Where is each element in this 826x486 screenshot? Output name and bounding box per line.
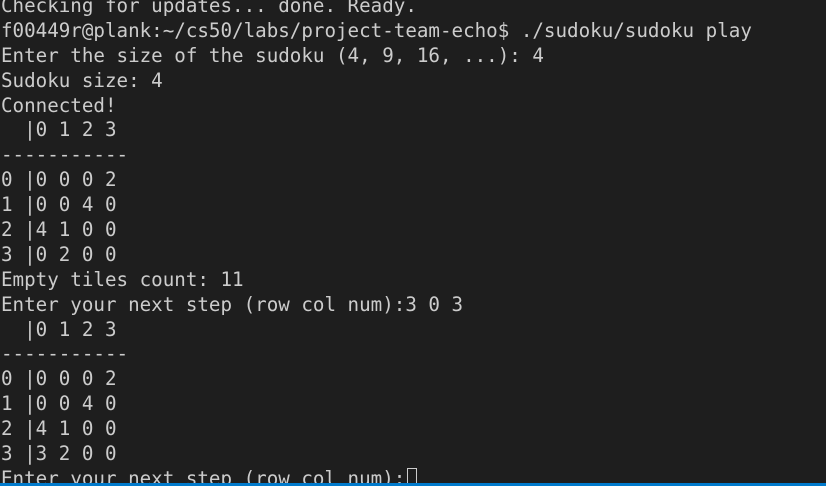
terminal-line-partial: Checking for updates... done. Ready. (1, 0, 417, 17)
empty-tiles-count: Empty tiles count: 11 (1, 267, 244, 291)
board-divider: ----------- (1, 342, 129, 366)
board-row: 0 |0 0 0 2 (1, 367, 117, 391)
terminal-line-size-prompt: Enter the size of the sudoku (4, 9, 16, … (1, 43, 544, 67)
board-row: 3 |0 2 0 0 (1, 242, 117, 266)
board-header: |0 1 2 3 (1, 118, 117, 142)
terminal-output: Checking for updates... done. Ready. f00… (1, 0, 825, 486)
board-row: 1 |0 0 4 0 (1, 392, 117, 416)
terminal-line-connected: Connected! (1, 93, 117, 117)
terminal-line-size: Sudoku size: 4 (1, 68, 163, 92)
board-divider: ----------- (1, 143, 129, 167)
board-header: |0 1 2 3 (1, 317, 117, 341)
board-row: 2 |4 1 0 0 (1, 218, 117, 242)
board-row: 1 |0 0 4 0 (1, 193, 117, 217)
terminal-line-command: f00449r@plank:~/cs50/labs/project-team-e… (1, 18, 752, 42)
step-entry: Enter your next step (row col num):3 0 3 (1, 292, 464, 316)
terminal-window[interactable]: Checking for updates... done. Ready. f00… (0, 0, 826, 486)
board-row: 3 |3 2 0 0 (1, 442, 117, 466)
board-row: 0 |0 0 0 2 (1, 168, 117, 192)
board-row: 2 |4 1 0 0 (1, 417, 117, 441)
